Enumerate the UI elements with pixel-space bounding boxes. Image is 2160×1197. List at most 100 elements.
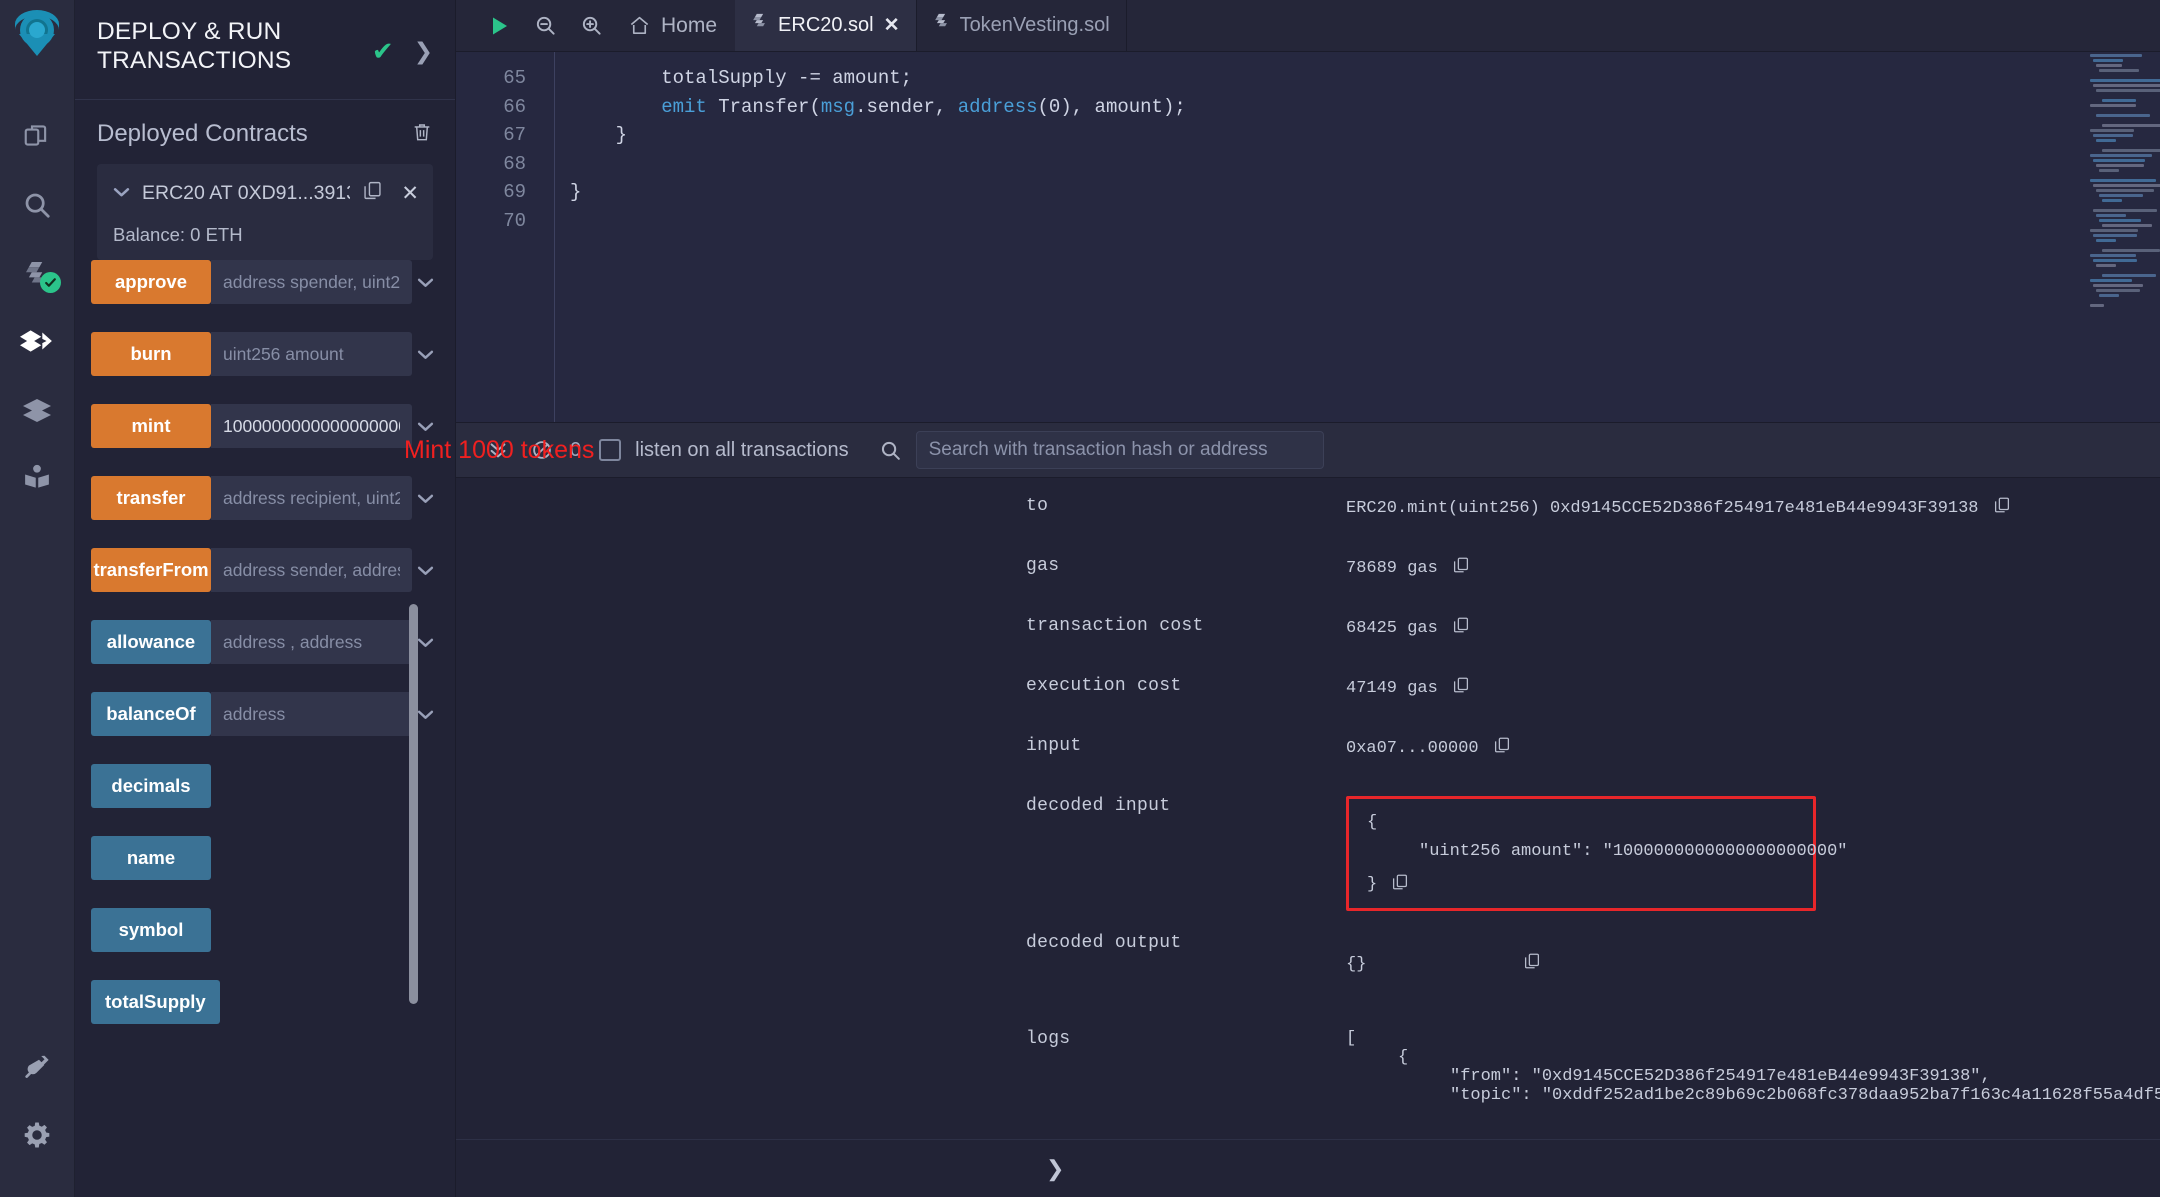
trash-icon[interactable]: [411, 121, 433, 148]
editor-code-area[interactable]: totalSupply -= amount; emit Transfer(msg…: [542, 52, 2160, 422]
minimap-line: [2089, 304, 2104, 307]
function-input-balanceof[interactable]: [211, 692, 413, 736]
logs-open-brace: {: [1398, 1048, 1409, 1067]
play-icon[interactable]: [476, 0, 522, 52]
panel-expand-chevron-icon[interactable]: ❯: [414, 39, 433, 63]
field-value-wrap: 68425 gas: [1346, 616, 1470, 640]
remix-ide-window: DEPLOY & RUN TRANSACTIONS ✔ ❯ Deployed C…: [0, 0, 2160, 1197]
line-number: 68: [503, 152, 526, 175]
line-number: 69: [503, 181, 526, 204]
minimap-line: [2101, 274, 2156, 277]
function-input-transfer[interactable]: [211, 476, 413, 520]
tab-tokenvesting-sol[interactable]: TokenVesting.sol: [917, 0, 1127, 51]
listen-all-transactions-checkbox[interactable]: [599, 439, 622, 461]
logs-row: logs [ { "from": "0xd9145CCE52D386f25491…: [456, 1029, 2160, 1105]
page-title: DEPLOY & RUN TRANSACTIONS: [97, 18, 292, 74]
listen-all-transactions-label: listen on all transactions: [635, 438, 849, 461]
sidebar-item-search[interactable]: [0, 171, 75, 239]
editor-minimap[interactable]: [2083, 52, 2160, 422]
terminal-toolbar: 0 listen on all transactions: [456, 422, 2160, 478]
minimap-line: [2089, 154, 2152, 157]
copy-icon[interactable]: [1380, 933, 1541, 995]
contract-function-row: name: [75, 836, 455, 880]
sidebar-item-debugger[interactable]: [0, 375, 75, 443]
function-button-symbol[interactable]: symbol: [91, 908, 211, 952]
function-input-transferfrom[interactable]: [211, 548, 413, 592]
code-line: totalSupply -= amount;: [570, 67, 913, 89]
contract-function-row: transfer: [75, 476, 455, 520]
minimap-line: [2092, 84, 2160, 87]
chevron-down-icon[interactable]: [412, 260, 439, 304]
close-icon[interactable]: ✕: [401, 181, 419, 206]
tab-home[interactable]: Home: [614, 14, 735, 38]
sidebar-item-deploy-run[interactable]: [0, 307, 75, 375]
field-value: 78689 gas: [1346, 558, 1438, 578]
tab-erc20-sol[interactable]: ERC20.sol ✕: [735, 0, 917, 51]
copy-icon[interactable]: [1452, 676, 1470, 700]
chevron-down-icon[interactable]: [412, 332, 439, 376]
function-button-totalsupply[interactable]: totalSupply: [91, 980, 220, 1024]
minimap-line: [2092, 134, 2133, 137]
minimap-line: [2092, 184, 2160, 187]
function-button-balanceof[interactable]: balanceOf: [91, 692, 211, 736]
logs-from-line: "from": "0xd9145CCE52D386f254917e481eB44…: [1450, 1067, 1991, 1086]
function-button-transfer[interactable]: transfer: [91, 476, 211, 520]
terminal-prompt-row[interactable]: ❯: [456, 1139, 2160, 1197]
sidebar-item-settings[interactable]: [0, 1101, 75, 1169]
function-button-name[interactable]: name: [91, 836, 211, 880]
sidebar-item-plugin-manager[interactable]: [0, 1033, 75, 1101]
function-button-approve[interactable]: approve: [91, 260, 211, 304]
function-button-mint[interactable]: mint: [91, 404, 211, 448]
panel-header-icons: ✔ ❯: [372, 18, 433, 64]
chevron-down-icon[interactable]: [412, 548, 439, 592]
function-button-burn[interactable]: burn: [91, 332, 211, 376]
chevron-down-icon[interactable]: [113, 185, 130, 202]
logs-topic-line: "topic": "0xddf252ad1be2c89b69c2b068fc37…: [1450, 1086, 2160, 1105]
minimap-line: [2098, 169, 2119, 172]
copy-icon[interactable]: [1493, 736, 1511, 760]
tab-close-icon[interactable]: ✕: [884, 14, 900, 37]
contracts-scroll-area: ERC20 AT 0XD91...39138 ( ✕ Balance: 0 ET…: [75, 156, 455, 1197]
contract-name-address: ERC20 AT 0XD91...39138 (: [142, 181, 350, 204]
panel-status-check-icon: ✔: [371, 36, 394, 66]
tab-toolbar: Home: [456, 0, 735, 51]
editor-line-numbers: 65 66 67 68 69 70: [456, 52, 542, 422]
remix-logo[interactable]: [9, 8, 65, 69]
copy-icon[interactable]: [1452, 556, 1470, 580]
minimap-line: [2095, 64, 2122, 67]
copy-icon[interactable]: [1391, 873, 1409, 896]
function-button-transferfrom[interactable]: transferFrom: [91, 548, 211, 592]
function-button-allowance[interactable]: allowance: [91, 620, 211, 664]
code-line: emit Transfer(msg.sender, address(0), am…: [661, 95, 1186, 118]
function-button-decimals[interactable]: decimals: [91, 764, 211, 808]
copy-icon[interactable]: [1993, 496, 2011, 520]
zoom-out-icon[interactable]: [522, 0, 568, 52]
zoom-in-icon[interactable]: [568, 0, 614, 52]
contract-header[interactable]: ERC20 AT 0XD91...39138 ( ✕: [97, 174, 433, 212]
function-input-allowance[interactable]: [211, 620, 413, 664]
function-input-approve[interactable]: [211, 260, 413, 304]
code-line: }: [570, 124, 628, 147]
minimap-line: [2095, 114, 2150, 117]
copy-icon[interactable]: [1452, 616, 1470, 640]
sidebar-item-solidity-compiler[interactable]: [0, 239, 75, 307]
sidebar-item-file-explorer[interactable]: [0, 103, 75, 171]
sidebar-item-learneth[interactable]: [0, 443, 75, 511]
minimap-line: [2089, 254, 2136, 257]
minimap-line: [2092, 209, 2157, 212]
decoded-input-open-brace: {: [1367, 813, 1378, 832]
code-editor[interactable]: 65 66 67 68 69 70 totalSupply -= amount; emit…: [456, 52, 2160, 422]
chevron-down-icon[interactable]: [412, 476, 439, 520]
minimap-line: [2095, 189, 2154, 192]
function-input-mint[interactable]: [211, 404, 413, 448]
field-value: 0xa07...00000: [1346, 738, 1479, 758]
function-input-burn[interactable]: [211, 332, 413, 376]
decoded-output-row: decoded output {}: [456, 933, 2160, 995]
copy-icon[interactable]: [362, 180, 383, 206]
left-panel-scrollbar[interactable]: [409, 604, 418, 1004]
logs-content: [ { "from": "0xd9145CCE52D386f254917e481…: [1346, 1029, 2160, 1105]
tab-home-label: Home: [661, 13, 718, 37]
search-icon[interactable]: [879, 439, 902, 462]
decoded-input-entry: "uint256 amount": "100000000000000000000…: [1419, 842, 1848, 861]
transaction-search-input[interactable]: [915, 431, 1324, 469]
